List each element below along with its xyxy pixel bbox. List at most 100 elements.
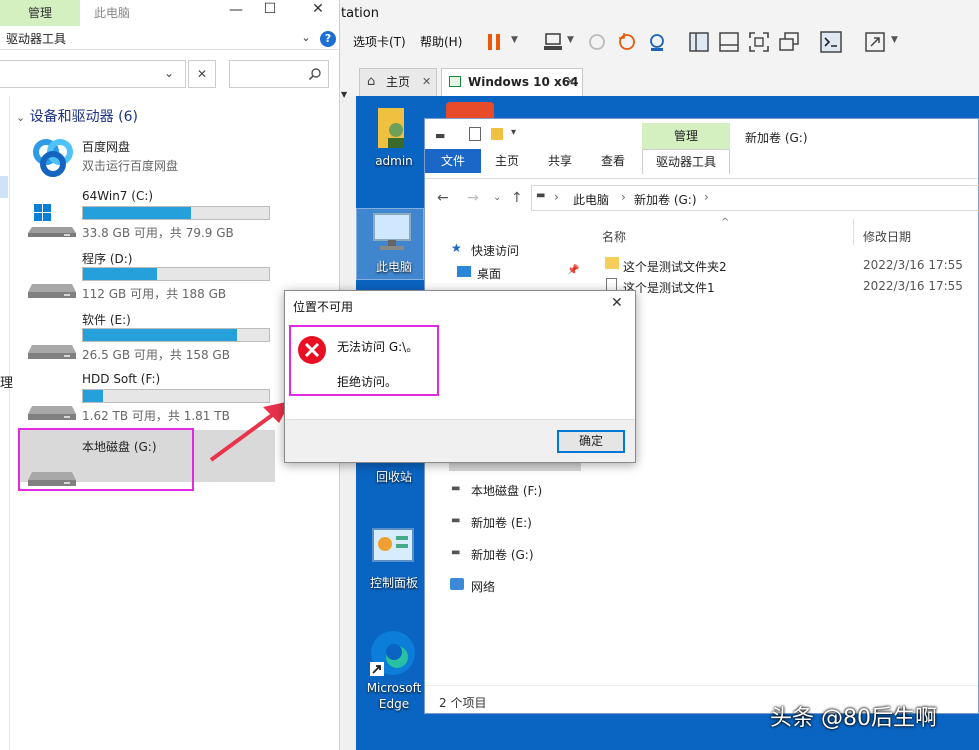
desktop-icon-label: admin — [359, 154, 429, 168]
this-pc-icon[interactable] — [370, 212, 414, 254]
drive-usage-fill — [83, 329, 237, 341]
stretch-icon[interactable] — [863, 30, 887, 54]
close-tab-icon[interactable]: ✕ — [422, 69, 431, 95]
thumbnail-bar-icon[interactable] — [717, 30, 741, 54]
dropdown-arrow-icon[interactable]: ▼ — [511, 35, 518, 45]
unity-icon[interactable] — [777, 30, 801, 54]
file-name[interactable]: 这个是测试文件1 — [623, 279, 715, 296]
file-date: 2022/3/16 17:55 — [863, 258, 963, 272]
nav-item-drive-f[interactable]: 本地磁盘 (F:) — [471, 482, 542, 499]
drive-usage-bar — [82, 206, 270, 220]
column-divider — [853, 219, 854, 245]
baidu-netdisk-icon — [30, 136, 76, 180]
snapshot-manager-icon[interactable] — [645, 30, 669, 54]
nav-item-quick-access[interactable]: 快速访问 — [471, 242, 519, 259]
highlight-box-drive-g — [18, 428, 194, 491]
snapshot-icon[interactable] — [585, 30, 609, 54]
quick-access-dropdown-icon[interactable]: ▾ — [511, 127, 516, 138]
tab-view[interactable]: 查看 — [601, 152, 625, 169]
tab-manage[interactable]: 管理 — [642, 123, 730, 149]
drive-info: 112 GB 可用，共 188 GB — [82, 285, 226, 302]
chevron-down-icon[interactable]: ⌄ — [164, 66, 174, 80]
dropdown-arrow-icon[interactable]: ▼ — [891, 35, 898, 45]
drive-small-icon: ▬ — [451, 483, 460, 494]
sidebar-toggle-icon[interactable] — [687, 30, 711, 54]
window-title: 此电脑 — [94, 4, 130, 21]
breadcrumb-item[interactable]: 新加卷 (G:) — [634, 191, 697, 208]
drive-name: 软件 (E:) — [82, 311, 131, 328]
fullscreen-icon[interactable] — [747, 30, 771, 54]
section-header-devices[interactable]: ⌄ 设备和驱动器 (6) — [16, 106, 138, 126]
menu-help[interactable]: 帮助(H) — [420, 33, 462, 50]
user-folder-icon[interactable] — [378, 104, 408, 152]
tab-home[interactable]: 主页 — [495, 152, 519, 169]
search-input[interactable] — [229, 60, 329, 88]
vm-tab-windows10[interactable]: Windows 10 x64 ✕ — [441, 68, 583, 96]
drive-info: 26.5 GB 可用，共 158 GB — [82, 346, 230, 363]
clear-address-button[interactable]: ✕ — [188, 60, 216, 88]
control-panel-icon[interactable] — [372, 528, 414, 566]
column-header-date[interactable]: 修改日期 — [863, 228, 911, 245]
file-date: 2022/3/16 17:55 — [863, 279, 963, 293]
drive-d[interactable]: 程序 (D:) 112 GB 可用，共 188 GB — [24, 250, 274, 308]
vm-tab-label: 主页 — [386, 75, 410, 89]
revert-snapshot-icon[interactable] — [615, 30, 639, 54]
close-icon[interactable]: ✕ — [308, 1, 328, 17]
send-keys-icon[interactable] — [541, 30, 565, 54]
maximize-icon[interactable]: ☐ — [260, 1, 280, 17]
nav-glyph: 理 — [0, 372, 13, 391]
minimize-icon[interactable]: — — [226, 2, 246, 18]
edge-icon[interactable] — [368, 628, 418, 678]
window-title: 新加卷 (G:) — [745, 129, 808, 146]
tab-drive-tools[interactable]: 驱动器工具 — [6, 30, 66, 47]
desktop-icon-label: 此电脑 — [359, 258, 429, 275]
breadcrumb-bar[interactable]: ▬ › 此电脑 › 新加卷 (G:) › — [531, 185, 979, 211]
nav-item-desktop[interactable]: 桌面 — [477, 265, 501, 282]
recent-dropdown-icon[interactable]: ⌄ — [493, 192, 501, 203]
forward-icon[interactable]: → — [467, 190, 479, 206]
dialog-footer: 确定 — [285, 419, 635, 462]
drive-baidu[interactable]: 百度网盘 双击运行百度网盘 — [24, 138, 274, 196]
vm-running-icon — [449, 76, 461, 87]
close-tab-icon[interactable]: ✕ — [566, 69, 575, 95]
drive-e[interactable]: 软件 (E:) 26.5 GB 可用，共 158 GB — [24, 311, 274, 369]
drive-usage-fill — [83, 207, 191, 219]
vm-tab-home[interactable]: ⌂ 主页 ✕ — [359, 68, 437, 96]
menu-tabs[interactable]: 选项卡(T) — [353, 33, 406, 50]
properties-icon[interactable] — [469, 127, 481, 141]
dialog-close-icon[interactable]: ✕ — [611, 295, 623, 311]
vm-tab-label: Windows 10 x64 — [468, 75, 578, 89]
drive-usage-fill — [83, 268, 157, 280]
dialog-title: 位置不可用 — [293, 298, 353, 315]
windows-drive-icon — [28, 203, 76, 239]
nav-item-drive-e[interactable]: 新加卷 (E:) — [471, 514, 532, 531]
drive-usage-fill — [83, 390, 103, 402]
chevron-down-icon[interactable]: ⌄ — [296, 31, 316, 44]
back-icon[interactable]: ← — [437, 190, 449, 206]
tab-file[interactable]: 文件 — [425, 149, 481, 173]
tab-manage[interactable]: 管理 — [0, 0, 80, 26]
new-folder-icon[interactable] — [491, 128, 503, 140]
status-text: 2 个项目 — [439, 694, 486, 711]
hard-drive-icon — [28, 264, 76, 300]
console-view-icon[interactable] — [819, 30, 843, 54]
tab-drive-tools[interactable]: 驱动器工具 — [642, 149, 730, 174]
breadcrumb-item[interactable]: 此电脑 — [573, 191, 609, 208]
dropdown-arrow-icon[interactable]: ▼ — [341, 90, 351, 96]
column-header-name[interactable]: 名称 — [602, 228, 626, 245]
ok-button[interactable]: 确定 — [557, 430, 625, 453]
nav-item-drive-g[interactable]: 新加卷 (G:) — [471, 546, 534, 563]
desktop-small-icon — [457, 266, 471, 277]
chevron-right-icon: › — [554, 190, 559, 204]
address-bar[interactable]: ⌄ — [0, 60, 186, 88]
drive-c[interactable]: 64Win7 (C:) 33.8 GB 可用，共 79.9 GB — [24, 189, 274, 247]
pause-icon[interactable] — [483, 30, 507, 54]
watermark-text: 头条 @80后生啊 — [770, 700, 937, 732]
up-icon[interactable]: ↑ — [511, 190, 523, 206]
chevron-right-icon: › — [621, 190, 626, 204]
help-icon[interactable]: ? — [320, 31, 336, 47]
file-name[interactable]: 这个是测试文件夹2 — [623, 258, 727, 275]
nav-item-network[interactable]: 网络 — [471, 578, 495, 595]
tab-share[interactable]: 共享 — [548, 152, 572, 169]
dropdown-arrow-icon[interactable]: ▼ — [567, 35, 574, 45]
